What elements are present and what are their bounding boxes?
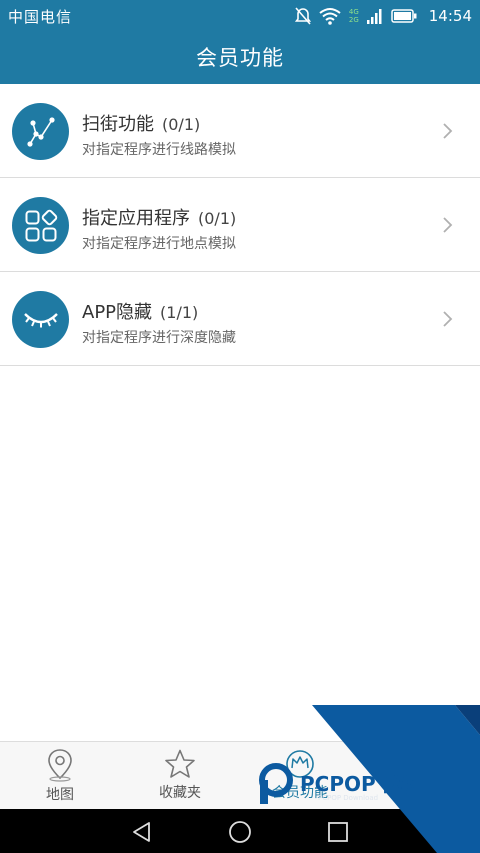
usage-count: (0/1) <box>198 209 237 228</box>
app-screen: 中国电信 4G 2G 14:54 会员功能 扫街功能 (0/1) 对指定程序进行… <box>0 0 480 853</box>
list-item-title: APP隐藏 (1/1) <box>82 298 198 324</box>
member-feature-list: 扫街功能 (0/1) 对指定程序进行线路模拟 指定应用程序 (0/1) 对指定程序进… <box>0 84 480 366</box>
list-item-subtitle: 对指定程序进行地点模拟 <box>82 236 236 252</box>
back-icon[interactable] <box>130 820 154 844</box>
carrier-name: 中国电信 <box>8 8 73 26</box>
feature-name: 指定应用程序 <box>82 208 190 229</box>
apps-grid-icon <box>12 197 69 254</box>
map-pin-icon <box>48 749 72 782</box>
feature-name: 扫街功能 <box>82 114 154 135</box>
title-bar: 会员功能 <box>0 32 480 84</box>
tab-map[interactable]: 地图 <box>0 742 120 810</box>
list-item-title: 指定应用程序 (0/1) <box>82 204 236 230</box>
watermark-subtext: PCPOP Download <box>318 794 379 802</box>
status-icons: 4G 2G 14:54 <box>294 4 472 28</box>
network-type: 4G 2G <box>349 8 359 24</box>
battery-icon <box>391 9 417 23</box>
status-bar: 中国电信 4G 2G 14:54 <box>0 0 480 32</box>
clock: 14:54 <box>428 7 472 25</box>
usage-count: (0/1) <box>162 115 201 134</box>
list-item-subtitle: 对指定程序进行线路模拟 <box>82 142 236 158</box>
network-bottom-label: 2G <box>348 16 359 24</box>
tab-favorites[interactable]: 收藏夹 <box>120 742 240 810</box>
recents-icon[interactable] <box>326 820 350 844</box>
signal-icon <box>366 9 382 24</box>
wifi-icon <box>319 8 341 25</box>
list-item-app-hide[interactable]: APP隐藏 (1/1) 对指定程序进行深度隐藏 <box>0 272 480 366</box>
watermark-text: PCPOP下载 <box>300 772 416 796</box>
chevron-right-icon <box>443 311 453 327</box>
star-icon <box>165 749 195 778</box>
route-icon <box>12 103 69 160</box>
usage-count: (1/1) <box>160 303 199 322</box>
mute-icon <box>294 7 311 25</box>
list-item-title: 扫街功能 (0/1) <box>82 110 200 136</box>
chevron-right-icon <box>443 217 453 233</box>
list-item-street-scan[interactable]: 扫街功能 (0/1) 对指定程序进行线路模拟 <box>0 84 480 178</box>
list-item-specify-app[interactable]: 指定应用程序 (0/1) 对指定程序进行地点模拟 <box>0 178 480 272</box>
home-icon[interactable] <box>228 820 252 844</box>
chevron-right-icon <box>443 123 453 139</box>
list-item-subtitle: 对指定程序进行深度隐藏 <box>82 330 236 346</box>
page-title: 会员功能 <box>196 46 284 70</box>
feature-name: APP隐藏 <box>82 302 153 323</box>
network-top-label: 4G <box>348 8 359 16</box>
tab-label: 收藏夹 <box>159 785 201 801</box>
tab-label: 地图 <box>46 787 74 803</box>
watermark-logo <box>259 763 293 804</box>
closed-eye-icon <box>12 291 69 348</box>
system-navigation-bar <box>0 809 480 853</box>
